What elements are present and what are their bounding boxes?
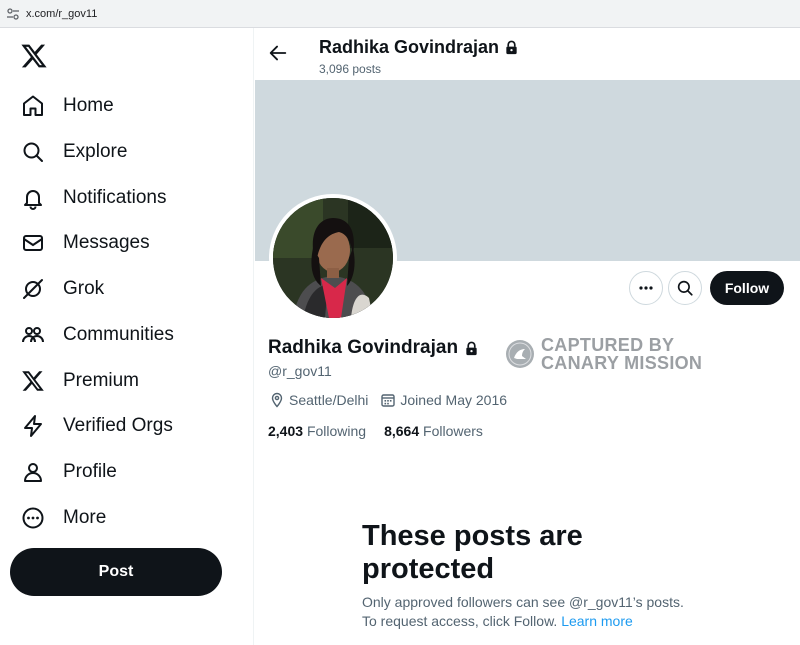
watermark-line-2: CANARY MISSION [541, 353, 703, 373]
protected-title: These posts are protected [362, 520, 682, 586]
lock-icon [466, 341, 477, 355]
sidebar-item-messages[interactable]: Messages [20, 223, 150, 263]
more-options-button[interactable] [629, 271, 663, 305]
sidebar-item-label: Verified Orgs [63, 415, 173, 436]
profile-name: Radhika Govindrajan [268, 337, 459, 358]
post-button[interactable]: Post [10, 548, 222, 596]
join-date: Joined May 2016 [380, 392, 507, 408]
sidebar-item-home[interactable]: Home [20, 86, 114, 126]
sidebar-item-profile[interactable]: Profile [20, 452, 117, 492]
protected-message: Only approved followers can see @r_gov11… [362, 593, 722, 631]
sidebar-item-explore[interactable]: Explore [20, 132, 127, 172]
profile-handle: @r_gov11 [268, 363, 332, 379]
watermark-line-1: CAPTURED BY [541, 335, 675, 355]
sidebar-item-notifications[interactable]: Notifications [20, 178, 167, 218]
following-label: Following [306, 423, 367, 439]
person-icon [20, 459, 46, 485]
follow-counts: 2,403 Following 8,664 Followers [268, 423, 501, 439]
sidebar-item-label: Explore [63, 141, 128, 162]
protected-message-line-2: To request access, click Follow. [362, 613, 558, 629]
back-arrow-icon[interactable] [267, 42, 289, 64]
grok-icon [20, 276, 46, 302]
profile-column: Radhika Govindrajan 3,096 posts Follow R… [255, 28, 800, 645]
sidebar-item-communities[interactable]: Communities [20, 315, 174, 355]
profile-header: Radhika Govindrajan 3,096 posts [255, 28, 800, 80]
sidebar-item-grok[interactable]: Grok [20, 269, 104, 309]
more-circle-icon [20, 505, 46, 531]
sidebar-item-label: Home [63, 95, 114, 116]
followers-link[interactable]: 8,664 Followers [384, 423, 483, 439]
browser-url-bar[interactable]: x.com/r_gov11 [0, 0, 800, 28]
ellipsis-icon [639, 286, 653, 290]
sidebar-item-label: More [63, 507, 107, 528]
watermark: CAPTURED BY CANARY MISSION [505, 336, 702, 372]
search-icon [677, 280, 693, 296]
x-logo-icon [20, 368, 46, 394]
search-icon [20, 139, 46, 165]
sidebar-item-premium[interactable]: Premium [20, 361, 139, 401]
lock-icon [506, 40, 517, 55]
followers-count: 8,664 [384, 423, 420, 439]
site-settings-icon[interactable] [6, 7, 20, 21]
sidebar-item-label: Notifications [63, 187, 167, 208]
sidebar-item-label: Messages [63, 232, 150, 253]
x-logo-icon[interactable] [20, 42, 48, 70]
calendar-icon [381, 394, 396, 407]
protected-title-line-1: These posts are [362, 520, 583, 552]
url-text[interactable]: x.com/r_gov11 [26, 8, 97, 20]
header-name: Radhika Govindrajan [319, 37, 500, 57]
following-count: 2,403 [268, 423, 304, 439]
avatar-photo [273, 198, 393, 318]
location-pin-icon [271, 392, 283, 408]
post-count: 3,096 posts [319, 62, 382, 76]
sidebar-item-label: Grok [63, 278, 105, 299]
protected-message-line-1: Only approved followers can see @r_gov11… [362, 594, 684, 610]
envelope-icon [20, 230, 46, 256]
profile-name-row: Radhika Govindrajan [268, 337, 479, 359]
lightning-icon [20, 413, 46, 439]
sidebar: Home Explore Notifications Messages Grok… [0, 28, 254, 645]
people-icon [20, 322, 46, 348]
avatar[interactable] [269, 194, 397, 322]
bell-icon [20, 185, 46, 211]
home-icon [20, 93, 46, 119]
location-text: Seattle/Delhi [289, 392, 369, 408]
canary-seal-icon [506, 340, 534, 368]
profile-meta: Seattle/Delhi Joined May 2016 [269, 392, 519, 408]
sidebar-item-label: Communities [63, 324, 174, 345]
location: Seattle/Delhi [269, 392, 368, 408]
joined-text: Joined May 2016 [400, 392, 508, 408]
follow-button[interactable]: Follow [710, 271, 784, 305]
following-link[interactable]: 2,403 Following [268, 423, 366, 439]
learn-more-link[interactable]: Learn more [561, 613, 633, 629]
followers-label: Followers [423, 423, 483, 439]
header-title: Radhika Govindrajan [319, 37, 519, 58]
sidebar-item-label: Profile [63, 461, 117, 482]
protected-title-line-2: protected [362, 553, 495, 585]
sidebar-item-more[interactable]: More [20, 498, 106, 538]
sidebar-item-label: Premium [63, 370, 140, 391]
search-posts-button[interactable] [668, 271, 702, 305]
sidebar-item-verified-orgs[interactable]: Verified Orgs [20, 406, 173, 446]
